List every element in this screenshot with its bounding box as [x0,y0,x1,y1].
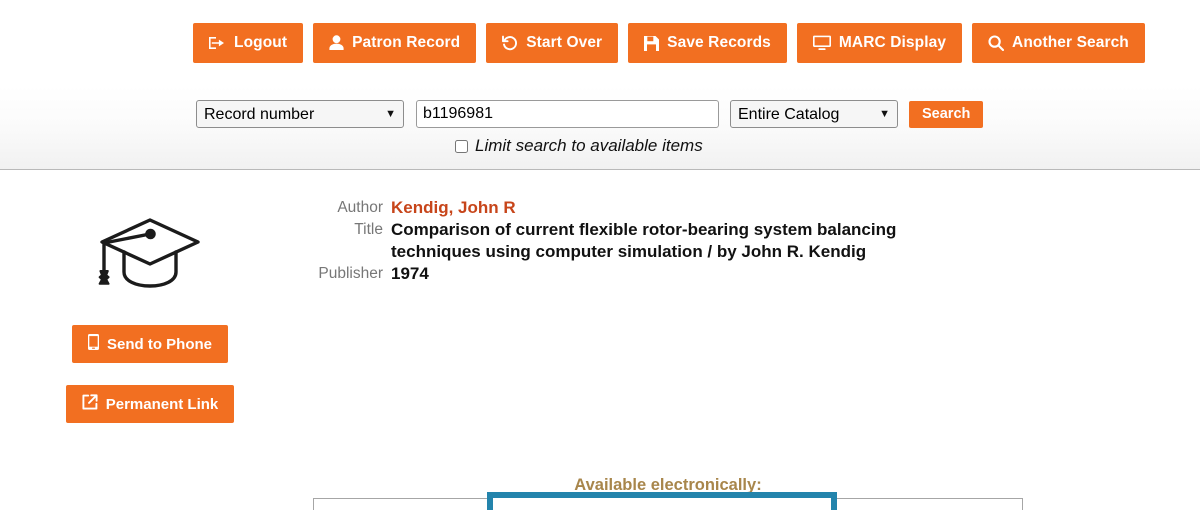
bib-field-title: Title Comparison of current flexible rot… [313,219,973,263]
start-over-label: Start Over [526,34,602,52]
eresource-highlight-box: Request this thesis from Remote Storage [487,492,837,510]
search-bar: Record number ▼ Entire Catalog ▼ Search … [0,86,1200,170]
publisher-value: 1974 [391,263,429,285]
marc-display-button[interactable]: MARC Display [797,23,962,63]
search-index-select[interactable]: Record number [196,100,404,128]
search-scope-select-wrap: Entire Catalog ▼ [730,100,898,128]
save-records-label: Save Records [667,34,771,52]
bib-field-author: Author Kendig, John R [313,197,973,219]
start-over-button[interactable]: Start Over [486,23,618,63]
limit-available-checkbox[interactable] [455,140,468,153]
history-icon [502,35,518,51]
permanent-link-label: Permanent Link [106,396,219,413]
another-search-label: Another Search [1012,34,1129,52]
search-input[interactable] [416,100,719,128]
send-to-phone-button[interactable]: Send to Phone [72,325,228,363]
send-to-phone-label: Send to Phone [107,336,212,353]
save-icon [644,36,659,51]
patron-record-label: Patron Record [352,34,460,52]
search-index-select-wrap: Record number ▼ [196,100,404,128]
phone-icon [88,334,99,354]
logout-button[interactable]: Logout [193,23,303,63]
another-search-button[interactable]: Another Search [972,23,1145,63]
search-scope-select[interactable]: Entire Catalog [730,100,898,128]
limit-available-label: Limit search to available items [475,136,703,156]
search-icon [988,35,1004,51]
record-sidebar: Send to Phone Permanent Link [0,170,300,423]
save-records-button[interactable]: Save Records [628,23,787,63]
publisher-label: Publisher [313,263,391,285]
top-toolbar: Logout Patron Record Start Over [0,0,1200,86]
marc-display-label: MARC Display [839,34,946,52]
title-label: Title [313,219,391,241]
title-value: Comparison of current flexible rotor-bea… [391,219,973,263]
limit-available-row: Limit search to available items [455,136,703,156]
monitor-icon [813,35,831,51]
logout-label: Logout [234,34,287,52]
bib-field-publisher: Publisher 1974 [313,263,973,285]
permanent-link-button[interactable]: Permanent Link [66,385,235,423]
author-label: Author [313,197,391,219]
external-link-icon [82,394,98,414]
logout-icon [209,35,226,51]
patron-record-button[interactable]: Patron Record [313,23,476,63]
search-controls: Record number ▼ Entire Catalog ▼ Search [196,100,983,128]
user-icon [329,35,344,51]
search-submit-button[interactable]: Search [909,101,983,128]
author-value[interactable]: Kendig, John R [391,197,516,219]
record-detail-area: Send to Phone Permanent Link Author Kend… [0,170,1200,510]
bib-fields: Author Kendig, John R Title Comparison o… [313,197,973,285]
graduation-cap-icon [94,212,206,293]
